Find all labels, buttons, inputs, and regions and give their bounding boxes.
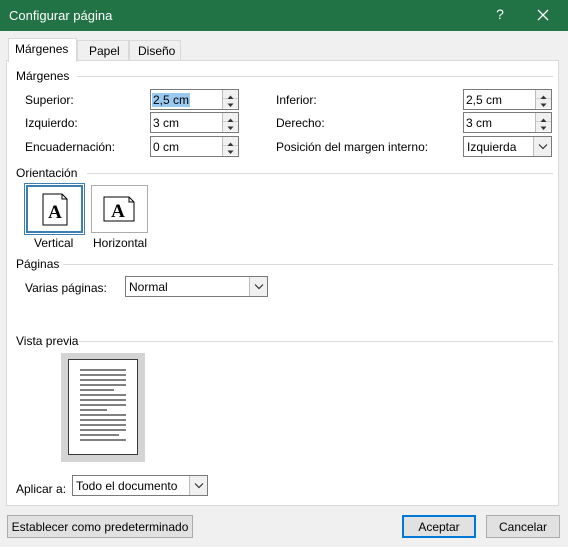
cancel-label: Cancelar xyxy=(498,520,548,534)
tab-layout-label: Diseño xyxy=(138,44,176,58)
ok-label: Aceptar xyxy=(418,520,460,534)
set-as-default-label: Establecer como predeterminado xyxy=(11,520,189,534)
gutter-spinner[interactable]: 0 cm xyxy=(150,136,239,157)
bottom-margin-value: 2,5 cm xyxy=(466,93,503,107)
landscape-label: Horizontal xyxy=(93,236,148,250)
chevron-down-icon xyxy=(254,284,264,290)
preview-text-lines xyxy=(80,369,126,441)
ok-button[interactable]: Aceptar xyxy=(402,515,476,538)
divider xyxy=(77,76,553,77)
title-bar: Configurar página ? xyxy=(0,0,568,31)
multiple-pages-value: Normal xyxy=(129,280,168,294)
gutter-value: 0 cm xyxy=(153,140,180,154)
dropdown-button[interactable] xyxy=(249,277,267,296)
right-margin-label: Derecho: xyxy=(276,116,325,130)
spin-down-button[interactable] xyxy=(223,122,238,131)
portrait-label: Vertical xyxy=(34,236,74,250)
tab-paper-label: Papel xyxy=(89,44,120,58)
left-margin-value: 3 cm xyxy=(153,116,180,130)
landscape-option[interactable]: A xyxy=(91,185,148,233)
bottom-margin-label: Inferior: xyxy=(276,93,317,107)
gutter-position-value: Izquierda xyxy=(467,140,517,154)
down-arrow-icon xyxy=(540,126,547,130)
window-title: Configurar página xyxy=(9,8,113,23)
landscape-letter: A xyxy=(111,201,125,222)
tab-strip: Márgenes Papel Diseño xyxy=(0,31,568,62)
dropdown-button[interactable] xyxy=(189,476,207,495)
chevron-down-icon xyxy=(538,144,548,150)
spin-down-button[interactable] xyxy=(223,146,238,155)
spin-down-button[interactable] xyxy=(536,99,551,108)
landscape-page-icon: A xyxy=(103,196,135,222)
bottom-margin-spinner[interactable]: 2,5 cm xyxy=(463,89,552,110)
gutter-label: Encuadernación: xyxy=(25,140,116,154)
portrait-option[interactable]: A xyxy=(24,183,85,235)
spin-up-button[interactable] xyxy=(536,113,551,122)
dropdown-button[interactable] xyxy=(533,137,551,156)
tab-panel: Márgenes Superior: 2,5 cm Inferior: 2,5 … xyxy=(6,60,559,506)
top-margin-value: 2,5 cm xyxy=(152,93,191,107)
preview-group-title: Vista previa xyxy=(16,334,79,348)
tab-margins[interactable]: Márgenes xyxy=(8,38,77,62)
multiple-pages-select[interactable]: Normal xyxy=(125,276,268,297)
left-margin-label: Izquierdo: xyxy=(25,116,78,130)
spin-up-button[interactable] xyxy=(223,113,238,122)
top-margin-label: Superior: xyxy=(25,93,74,107)
tab-paper[interactable]: Papel xyxy=(77,40,129,61)
tab-layout[interactable]: Diseño xyxy=(129,40,181,61)
multiple-pages-label: Varias páginas: xyxy=(25,281,107,295)
apply-to-select[interactable]: Todo el documento xyxy=(72,475,208,496)
right-margin-value: 3 cm xyxy=(466,116,493,130)
spin-down-button[interactable] xyxy=(536,122,551,131)
close-icon xyxy=(537,9,549,21)
divider xyxy=(63,264,553,265)
top-margin-spinner[interactable]: 2,5 cm xyxy=(150,89,239,110)
cancel-button[interactable]: Cancelar xyxy=(486,515,560,538)
gutter-position-label: Posición del margen interno: xyxy=(276,140,429,154)
close-button[interactable] xyxy=(530,5,556,27)
spin-up-button[interactable] xyxy=(536,90,551,99)
down-arrow-icon xyxy=(227,126,234,130)
spin-up-button[interactable] xyxy=(223,137,238,146)
portrait-letter: A xyxy=(48,202,62,223)
set-as-default-button[interactable]: Establecer como predeterminado xyxy=(7,515,193,538)
down-arrow-icon xyxy=(227,103,234,107)
spin-down-button[interactable] xyxy=(223,99,238,108)
apply-to-value: Todo el documento xyxy=(76,479,178,493)
orientation-group-title: Orientación xyxy=(16,166,78,180)
margins-group-title: Márgenes xyxy=(16,69,70,83)
preview-page xyxy=(68,359,138,455)
apply-to-label: Aplicar a: xyxy=(16,482,67,496)
pages-group-title: Páginas xyxy=(16,257,60,271)
tab-margins-label: Márgenes xyxy=(15,42,69,56)
portrait-page-icon: A xyxy=(42,193,68,226)
right-margin-spinner[interactable]: 3 cm xyxy=(463,112,552,133)
spin-up-button[interactable] xyxy=(223,90,238,99)
down-arrow-icon xyxy=(540,103,547,107)
help-button[interactable]: ? xyxy=(490,6,510,26)
divider xyxy=(87,173,553,174)
left-margin-spinner[interactable]: 3 cm xyxy=(150,112,239,133)
down-arrow-icon xyxy=(227,150,234,154)
divider xyxy=(79,341,553,342)
gutter-position-select[interactable]: Izquierda xyxy=(463,136,552,157)
chevron-down-icon xyxy=(194,483,204,489)
